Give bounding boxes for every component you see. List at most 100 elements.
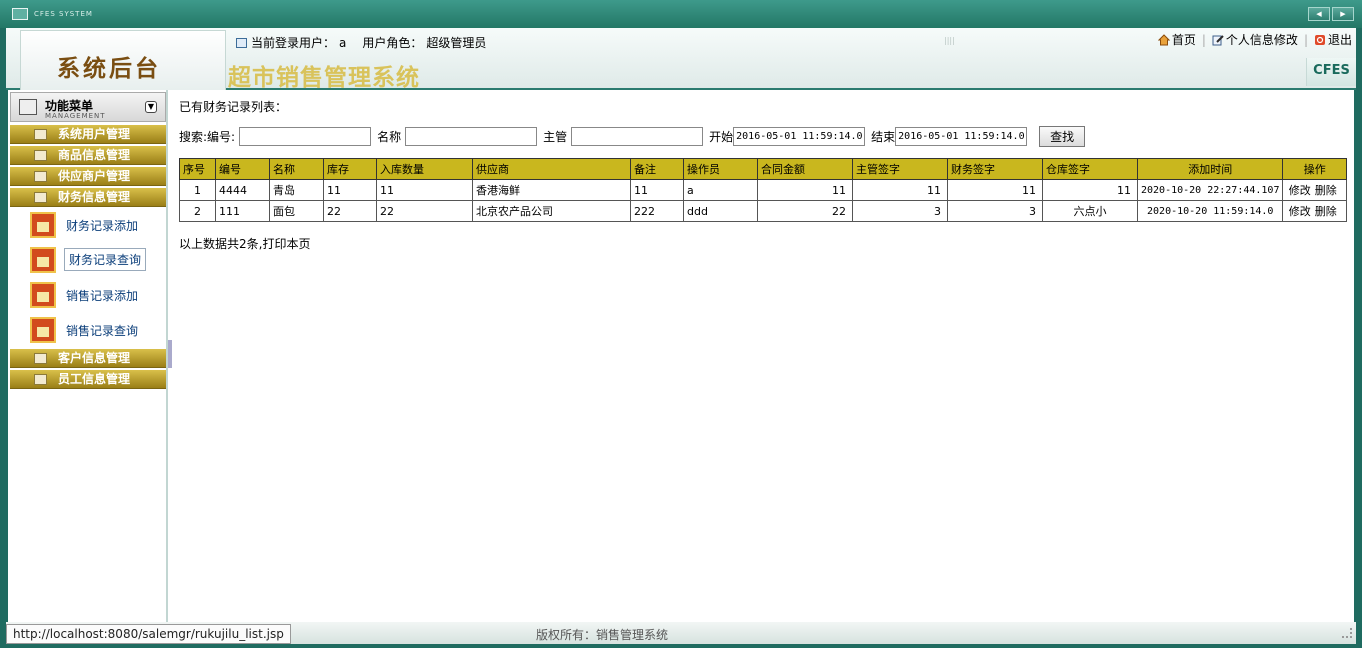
menu-category-products[interactable]: 商品信息管理: [10, 146, 166, 165]
category-label: 商品信息管理: [58, 148, 131, 162]
name-label: 名称: [377, 130, 402, 144]
cell-name: 青岛: [269, 179, 324, 201]
forward-button[interactable]: ▶: [1332, 7, 1354, 21]
cell-qty: 11: [376, 179, 473, 201]
search-button[interactable]: 查找: [1039, 126, 1086, 147]
window-nav: ◀ ▶: [1308, 7, 1354, 21]
home-icon: [1157, 34, 1170, 46]
search-bar: 搜索:编号: 名称 主管 开始 结束 查找: [179, 126, 1086, 147]
cell-manager-sign: 3: [852, 200, 948, 222]
folder-icon: [34, 353, 47, 364]
login-label: 当前登录用户：: [251, 36, 336, 50]
cell-actions: 修改 删除: [1282, 200, 1347, 222]
sidebar-item-label: 财务记录查询: [64, 248, 147, 271]
table-row: 2 111 面包 22 22 北京农产品公司 222 ddd 22 3 3 六点…: [179, 200, 1347, 222]
logout-label: 退出: [1327, 33, 1352, 47]
category-label: 员工信息管理: [58, 372, 131, 386]
column-header: 合同金额: [757, 158, 853, 180]
sidebar-item-sales-query[interactable]: 销售记录查询: [28, 316, 158, 344]
cell-seq: 1: [179, 179, 216, 201]
category-label: 财务信息管理: [58, 190, 131, 204]
menu-category-employees[interactable]: 员工信息管理: [10, 370, 166, 389]
column-header: 操作: [1282, 158, 1347, 180]
column-header: 仓库签字: [1042, 158, 1138, 180]
main-panel: 已有财务记录列表： 搜索:编号: 名称 主管 开始 结束 查找 序号 编号: [178, 90, 1354, 622]
cell-note: 222: [630, 200, 684, 222]
cell-stock: 22: [323, 200, 377, 222]
delete-link[interactable]: 删除: [1315, 205, 1337, 218]
cell-time: 2020-10-20 11:59:14.0: [1136, 200, 1284, 222]
summary-text: 以上数据共2条,打印本页: [179, 237, 311, 251]
cell-finance-sign: 11: [947, 179, 1043, 201]
cell-warehouse-sign: 11: [1042, 179, 1138, 201]
category-label: 供应商户管理: [58, 169, 131, 183]
cell-code: 111: [215, 200, 270, 222]
edit-link[interactable]: 修改: [1289, 184, 1311, 197]
cell-operator: ddd: [683, 200, 758, 222]
category-label: 客户信息管理: [58, 351, 131, 365]
page-title: 已有财务记录列表：: [179, 100, 288, 114]
cell-code: 4444: [215, 179, 270, 201]
manager-label: 主管: [543, 130, 568, 144]
menu-header: 功能菜单 MANAGEMENT ▼: [10, 92, 166, 122]
delete-link[interactable]: 删除: [1315, 184, 1337, 197]
title-bar: CFES SYSTEM ◀ ▶: [0, 0, 1362, 28]
end-date-input[interactable]: [895, 127, 1028, 146]
cell-name: 面包: [269, 200, 324, 222]
cell-stock: 11: [323, 179, 377, 201]
manager-input[interactable]: [571, 127, 704, 146]
collapse-icon[interactable]: ▼: [145, 101, 157, 113]
end-label: 结束: [871, 130, 896, 144]
app-window: CFES SYSTEM ◀ ▶ 系统后台 当前登录用户： a 用户角色： 超级管…: [0, 0, 1362, 648]
sidebar: 功能菜单 MANAGEMENT ▼ 系统用户管理 商品信息管理 供应商户管理 财…: [8, 90, 168, 622]
column-header: 名称: [269, 158, 324, 180]
sidebar-item-finance-query[interactable]: 财务记录查询: [28, 246, 158, 274]
menu-category-suppliers[interactable]: 供应商户管理: [10, 167, 166, 186]
window-title: CFES SYSTEM: [34, 10, 93, 18]
menu-icon: [19, 99, 37, 115]
code-input[interactable]: [239, 127, 372, 146]
cell-operator: a: [683, 179, 758, 201]
sidebar-splitter[interactable]: [168, 340, 172, 368]
folder-icon: [34, 150, 47, 161]
name-input[interactable]: [405, 127, 538, 146]
edit-link[interactable]: 修改: [1289, 205, 1311, 218]
table-header-row: 序号 编号 名称 库存 入库数量 供应商 备注 操作员 合同金额 主管签字 财务…: [179, 158, 1347, 180]
resize-grip-icon[interactable]: [1342, 628, 1352, 638]
menu-category-system-users[interactable]: 系统用户管理: [10, 125, 166, 144]
column-header: 主管签字: [852, 158, 948, 180]
sidebar-item-label: 销售记录查询: [66, 324, 139, 338]
profile-link[interactable]: 个人信息修改: [1212, 31, 1298, 48]
role-label: 用户角色：: [362, 36, 423, 50]
cell-amount: 11: [757, 179, 853, 201]
back-button[interactable]: ◀: [1308, 7, 1330, 21]
sidebar-item-sales-add[interactable]: 销售记录添加: [28, 281, 158, 309]
home-label: 首页: [1171, 33, 1196, 47]
top-links: 首页 | 个人信息修改 | 退出: [1157, 31, 1352, 48]
cell-note: 11: [630, 179, 684, 201]
user-info: 当前登录用户： a 用户角色： 超级管理员: [236, 34, 486, 51]
divider-dots: ||||: [944, 36, 955, 45]
menu-category-customers[interactable]: 客户信息管理: [10, 349, 166, 368]
sidebar-item-finance-add[interactable]: 财务记录添加: [28, 211, 158, 239]
document-icon: [30, 212, 56, 238]
home-link[interactable]: 首页: [1157, 31, 1196, 48]
document-icon: [30, 317, 56, 343]
footer: http://localhost:8080/salemgr/rukujilu_l…: [6, 622, 1356, 644]
logout-link[interactable]: 退出: [1314, 31, 1352, 48]
profile-label: 个人信息修改: [1225, 33, 1298, 47]
copyright: 版权所有：销售管理系统: [536, 628, 669, 642]
logout-icon: [1314, 35, 1325, 45]
folder-icon: [34, 129, 47, 140]
cell-manager-sign: 11: [852, 179, 948, 201]
code-label: 搜索:编号:: [179, 130, 236, 144]
logo: 系统后台: [20, 30, 226, 90]
column-header: 编号: [215, 158, 270, 180]
start-date-input[interactable]: [733, 127, 866, 146]
cell-amount: 22: [757, 200, 853, 222]
cell-supplier: 香港海鲜: [472, 179, 631, 201]
folder-icon: [34, 192, 47, 203]
cell-supplier: 北京农产品公司: [472, 200, 631, 222]
menu-category-finance[interactable]: 财务信息管理: [10, 188, 166, 207]
document-icon: [30, 247, 56, 273]
